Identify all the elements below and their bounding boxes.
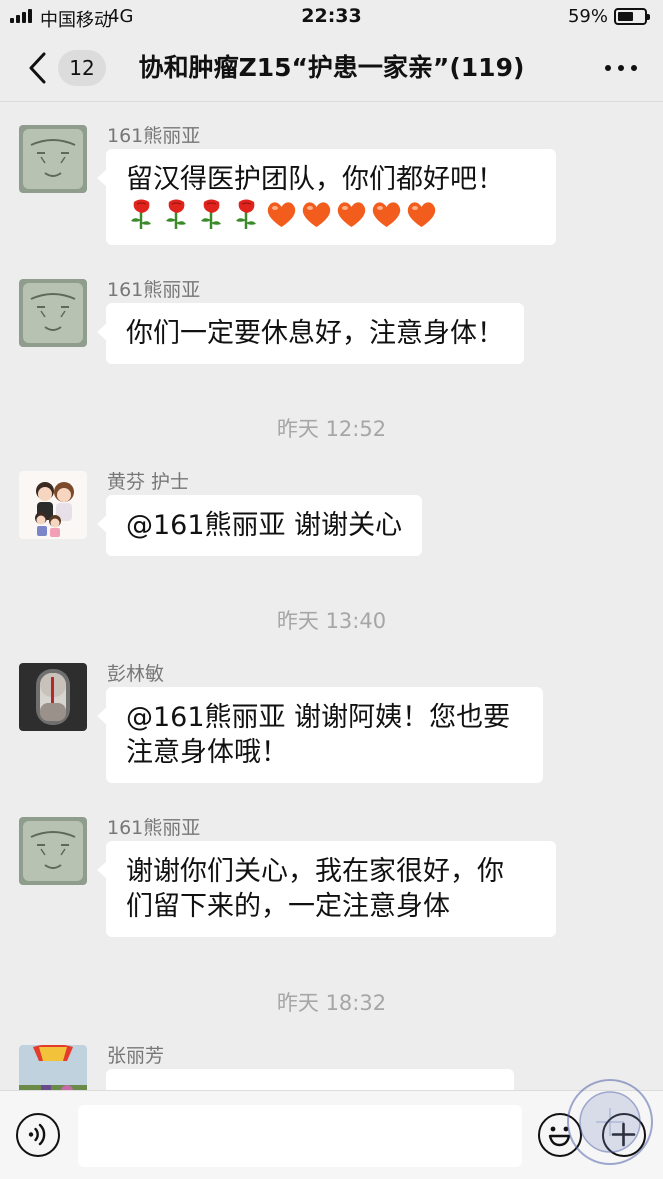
heart-emoji	[267, 202, 296, 227]
sender-avatar[interactable]	[19, 1045, 87, 1090]
message-text: @161熊丽亚 谢谢关心	[126, 510, 403, 541]
unread-count-badge[interactable]: 12	[58, 50, 106, 86]
message-list[interactable]: 161熊丽亚 留汉得医护团队，你们都好吧！ 161熊丽亚 你们一定要休息好，注意…	[0, 103, 663, 1090]
heart-emoji	[337, 202, 366, 227]
emoji-button[interactable]	[538, 1113, 582, 1157]
message-text: 留汉得医护团队，你们都好吧！	[126, 164, 504, 195]
emoji-row	[126, 197, 536, 232]
sender-avatar[interactable]	[19, 471, 87, 539]
timestamp-divider: 昨天 18:32	[276, 991, 387, 1015]
rose-emoji	[201, 199, 221, 229]
sender-name: 161熊丽亚	[107, 817, 201, 839]
message-bubble[interactable]: @161熊丽亚 谢谢阿姨！您也要 注意身体哦！	[97, 687, 543, 783]
message-text: 你们一定要休息好，注意身体！	[126, 318, 504, 349]
back-button[interactable]	[26, 50, 50, 86]
smiley-icon	[548, 1126, 571, 1147]
timestamp-divider: 昨天 13:40	[276, 609, 387, 633]
battery-fill	[618, 12, 633, 21]
sender-name: 黄芬 护士	[107, 471, 190, 493]
sender-avatar[interactable]	[19, 279, 87, 347]
chevron-left-icon	[29, 52, 46, 84]
sender-avatar[interactable]	[19, 663, 87, 731]
message-bubble[interactable]: 留汉得医护团队，你们都好吧！	[97, 149, 556, 245]
heart-emoji	[372, 202, 401, 227]
clock: 22:33	[301, 5, 362, 27]
more-functions-button[interactable]	[602, 1113, 646, 1157]
sender-avatar[interactable]	[19, 817, 87, 885]
sender-name: 彭林敏	[107, 663, 165, 685]
battery-icon	[614, 8, 650, 25]
input-bar	[0, 1090, 663, 1179]
plus-icon	[611, 1122, 636, 1147]
rose-emoji	[236, 199, 256, 229]
message-bubble[interactable]: 你们一定要休息好，注意身体！	[97, 303, 524, 364]
message-input[interactable]	[78, 1105, 522, 1167]
message-bubble[interactable]	[97, 1069, 514, 1090]
message-text-line: 谢谢你们关心，我在家很好，你	[126, 856, 504, 887]
voice-icon	[28, 1123, 46, 1146]
heart-emoji	[302, 202, 331, 227]
rose-emoji	[166, 199, 186, 229]
message-text-line: @161熊丽亚 谢谢阿姨！您也要	[126, 702, 511, 733]
message-text-line: 注意身体哦！	[126, 737, 288, 768]
voice-input-button[interactable]	[16, 1113, 60, 1157]
sender-name: 161熊丽亚	[107, 125, 201, 147]
status-bar: 中国移动 4G 22:33 59%	[0, 0, 663, 34]
heart-emoji	[407, 202, 436, 227]
chat-header: 12 协和肿瘤Z15“护患一家亲”(119)	[0, 34, 663, 102]
sender-name: 161熊丽亚	[107, 279, 201, 301]
rose-emoji	[131, 199, 151, 229]
message-text-line: 们留下来的，一定注意身体	[126, 891, 450, 922]
message-bubble[interactable]: 谢谢你们关心，我在家很好，你 们留下来的，一定注意身体	[97, 841, 556, 937]
message-bubble[interactable]: @161熊丽亚 谢谢关心	[96, 495, 423, 556]
battery-percent: 59%	[567, 6, 608, 27]
sender-avatar[interactable]	[19, 125, 87, 193]
more-options-button[interactable]	[599, 56, 643, 80]
timestamp-divider: 昨天 12:52	[276, 417, 387, 441]
sender-name: 张丽芳	[107, 1045, 165, 1067]
chat-title: 协和肿瘤Z15“护患一家亲”(119)	[138, 53, 525, 82]
